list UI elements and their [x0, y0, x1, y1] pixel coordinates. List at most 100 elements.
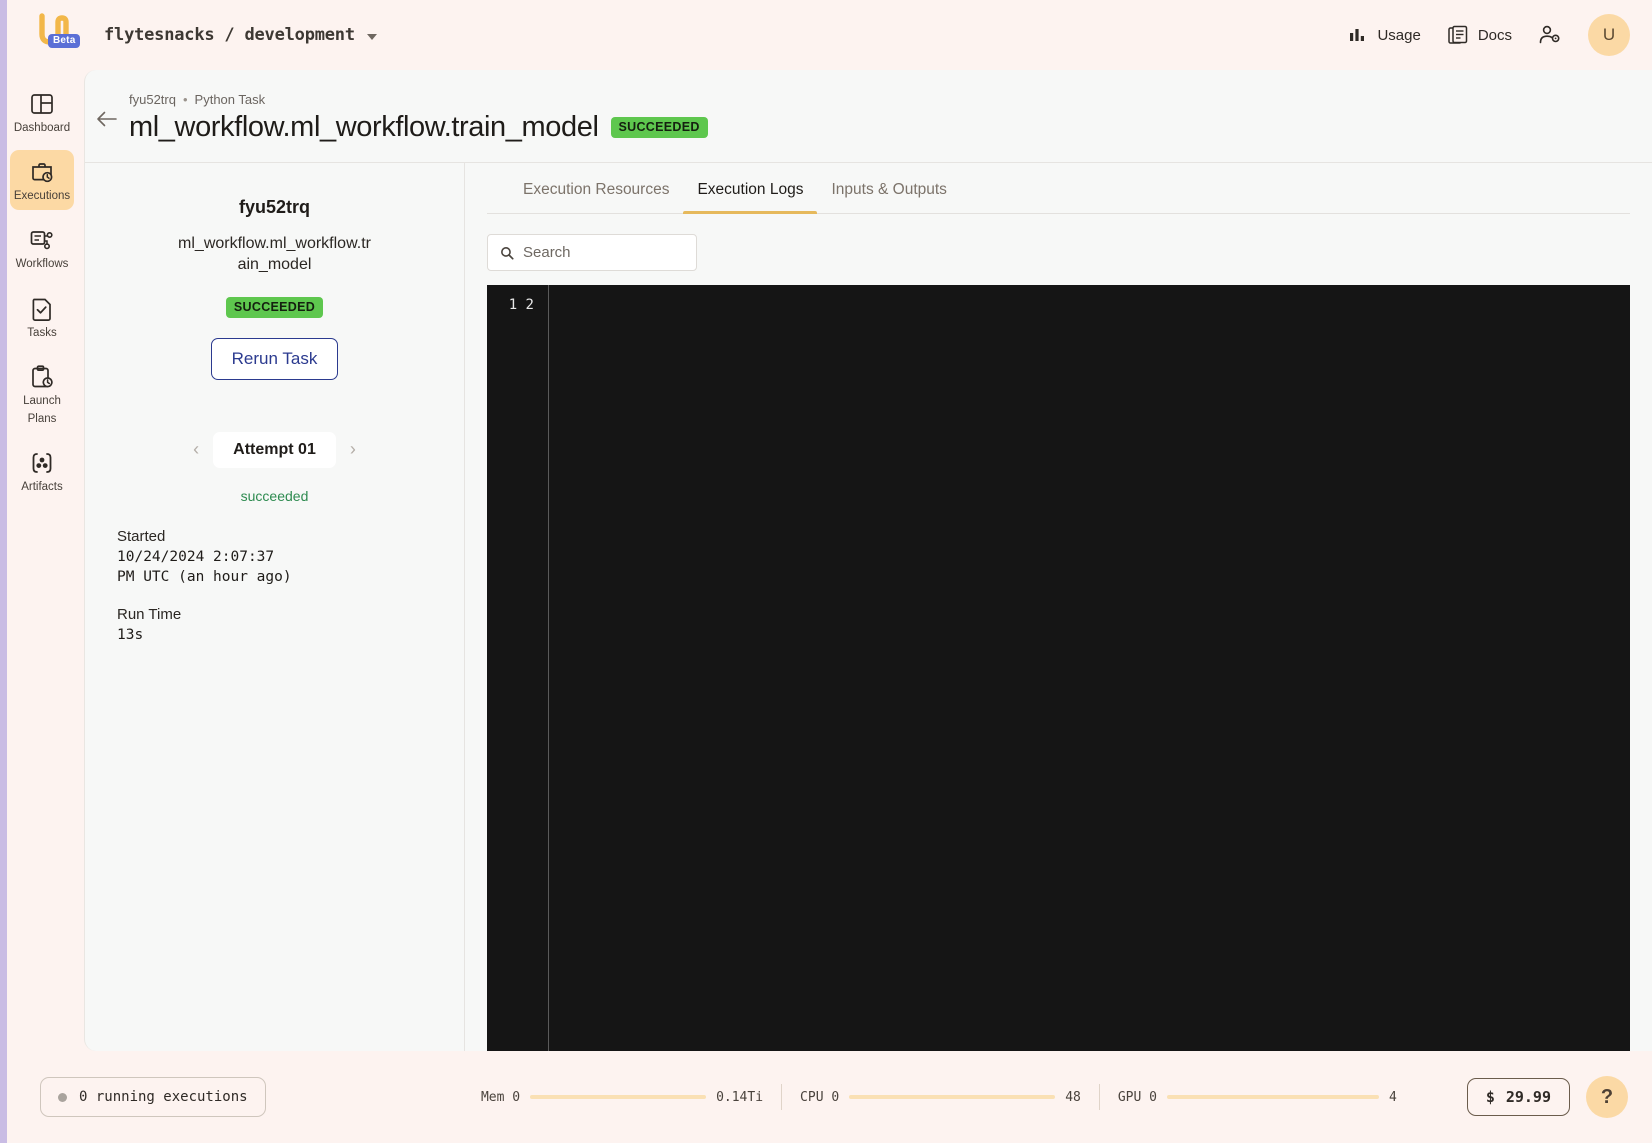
- usage-label: Usage: [1377, 26, 1421, 44]
- cost-value: 29.99: [1505, 1088, 1551, 1106]
- attempt-selector: ‹ Attempt 01 ›: [185, 431, 364, 468]
- attempt-prev-icon[interactable]: ‹: [185, 439, 207, 460]
- back-button[interactable]: [85, 92, 129, 128]
- running-status-dot-icon: [58, 1092, 67, 1102]
- artifacts-icon: [32, 453, 52, 474]
- docs-button[interactable]: Docs: [1447, 24, 1512, 46]
- sidebar-item-label: Artifacts: [21, 481, 63, 494]
- meter-gpu-label: GPU 0: [1117, 1089, 1157, 1105]
- breadcrumb: fyu52trq • Python Task: [129, 92, 1652, 107]
- log-viewer[interactable]: 1 2: [487, 285, 1630, 1051]
- executions-icon: [32, 163, 53, 183]
- meter-mem: Mem 0 0.14Ti: [463, 1090, 781, 1105]
- running-executions-pill[interactable]: 0 running executions: [40, 1077, 266, 1117]
- started-label: Started: [117, 527, 166, 545]
- task-detail-panel: fyu52trq ml_workflow.ml_workflow.train_m…: [85, 163, 465, 1051]
- resource-meters: Mem 0 0.14Ti CPU 0 48 GPU 0 4: [463, 1084, 1415, 1110]
- workflows-icon: [30, 231, 53, 250]
- launch-plans-icon: [32, 365, 53, 388]
- breadcrumb-separator: •: [182, 92, 188, 107]
- running-executions-label: 0 running executions: [79, 1089, 248, 1105]
- page-header: fyu52trq • Python Task ml_workflow.ml_wo…: [85, 70, 1652, 162]
- search-input[interactable]: [523, 244, 684, 261]
- runtime-field: Run Time 13s: [117, 606, 432, 646]
- sidebar-item-label: Executions: [13, 190, 71, 203]
- chevron-down-icon: [366, 33, 377, 40]
- execution-id: fyu52trq: [238, 197, 310, 217]
- status-badge: SUCCEEDED: [610, 117, 708, 138]
- dashboard-icon: [31, 94, 53, 114]
- tab-bar: Execution Resources Execution Logs Input…: [487, 163, 1630, 214]
- search-icon: [501, 246, 514, 260]
- cost-pill[interactable]: $ 29.99: [1466, 1078, 1570, 1116]
- logs-panel: Execution Resources Execution Logs Input…: [465, 163, 1652, 1051]
- tab-inputs-outputs[interactable]: Inputs & Outputs: [817, 163, 960, 213]
- sidebar-item-label-2: Plans: [27, 413, 57, 426]
- tab-execution-logs[interactable]: Execution Logs: [683, 163, 818, 214]
- detail-status-badge: SUCCEEDED: [225, 296, 324, 318]
- search-area: [465, 214, 1652, 285]
- runtime-label: Run Time: [117, 605, 182, 623]
- meter-cpu-track: [849, 1095, 1056, 1099]
- content-row: fyu52trq ml_workflow.ml_workflow.train_m…: [85, 162, 1652, 1051]
- docs-label: Docs: [1477, 26, 1512, 44]
- sidebar-item-label: Dashboard: [13, 122, 71, 134]
- avatar-initial: U: [1602, 25, 1616, 44]
- user-settings-icon: [1539, 25, 1560, 44]
- breadcrumb-id[interactable]: fyu52trq: [129, 92, 176, 107]
- page-title: ml_workflow.ml_workflow.train_model: [129, 111, 599, 143]
- top-bar: Beta flytesnacks / development Usage Doc…: [0, 0, 1652, 70]
- sidebar-item-artifacts[interactable]: Artifacts: [10, 441, 74, 501]
- runtime-value: 13s: [117, 626, 144, 643]
- sidebar-item-label: Workflows: [15, 258, 69, 271]
- started-field: Started 10/24/2024 2:07:37 PM UTC (an ho…: [117, 528, 432, 588]
- detail-fields: Started 10/24/2024 2:07:37 PM UTC (an ho…: [117, 528, 432, 664]
- meter-mem-label: Mem 0: [480, 1089, 521, 1105]
- help-button[interactable]: ?: [1586, 1076, 1628, 1118]
- main-card: fyu52trq • Python Task ml_workflow.ml_wo…: [84, 70, 1652, 1051]
- usage-button[interactable]: Usage: [1348, 25, 1421, 45]
- attempt-label[interactable]: Attempt 01: [213, 431, 336, 468]
- sidebar-item-workflows[interactable]: Workflows: [10, 218, 74, 278]
- attempt-status: succeeded: [240, 487, 309, 504]
- cost-symbol: $: [1485, 1088, 1495, 1106]
- search-box[interactable]: [487, 234, 697, 271]
- meter-gpu: GPU 0 4: [1100, 1090, 1415, 1105]
- tab-execution-resources[interactable]: Execution Resources: [509, 163, 683, 213]
- meter-cpu: CPU 0 48: [782, 1090, 1099, 1105]
- sidebar-item-label: Launch: [23, 394, 61, 407]
- detail-status-badge-wrap: SUCCEEDED: [225, 296, 324, 318]
- avatar[interactable]: U: [1588, 14, 1630, 56]
- rerun-task-button[interactable]: Rerun Task: [210, 337, 339, 380]
- meter-gpu-track: [1166, 1095, 1379, 1099]
- log-content: [549, 285, 1630, 1051]
- project-breadcrumb-label: flytesnacks / development: [104, 25, 355, 45]
- attempt-next-icon[interactable]: ›: [342, 439, 364, 460]
- meter-mem-max: 0.14Ti: [716, 1089, 764, 1105]
- status-bar: 0 running executions Mem 0 0.14Ti CPU 0 …: [0, 1051, 1652, 1143]
- left-accent-strip: [0, 0, 7, 1143]
- app-root: Beta flytesnacks / development Usage Doc…: [0, 0, 1652, 1143]
- sidebar-item-tasks[interactable]: Tasks: [10, 287, 74, 347]
- user-settings-button[interactable]: [1538, 24, 1562, 46]
- meter-gpu-max: 4: [1388, 1089, 1397, 1105]
- meter-cpu-max: 48: [1065, 1089, 1081, 1105]
- sidebar: Dashboard Executions Workflows Tasks Lau…: [0, 70, 84, 1051]
- started-value: 10/24/2024 2:07:37 PM UTC (an hour ago): [117, 548, 292, 586]
- task-name: ml_workflow.ml_workflow.train_model: [178, 235, 371, 273]
- meter-mem-track: [530, 1095, 707, 1099]
- page-header-text: fyu52trq • Python Task ml_workflow.ml_wo…: [129, 92, 1652, 144]
- arrow-left-icon: [97, 111, 117, 127]
- beta-badge: Beta: [48, 34, 81, 48]
- sidebar-item-executions[interactable]: Executions: [10, 150, 74, 211]
- sidebar-item-dashboard[interactable]: Dashboard: [10, 82, 74, 142]
- top-bar-actions: Usage Docs U: [1348, 14, 1630, 56]
- union-logo[interactable]: Beta: [30, 11, 82, 59]
- sidebar-item-launch-plans[interactable]: Launch Plans: [10, 355, 74, 433]
- meter-cpu-label: CPU 0: [800, 1089, 840, 1105]
- page-title-row: ml_workflow.ml_workflow.train_model SUCC…: [129, 111, 1652, 144]
- bar-chart-icon: [1350, 29, 1365, 41]
- sidebar-item-label: Tasks: [27, 326, 57, 339]
- log-line-numbers: 1 2: [487, 285, 549, 1051]
- project-breadcrumb[interactable]: flytesnacks / development: [104, 25, 377, 45]
